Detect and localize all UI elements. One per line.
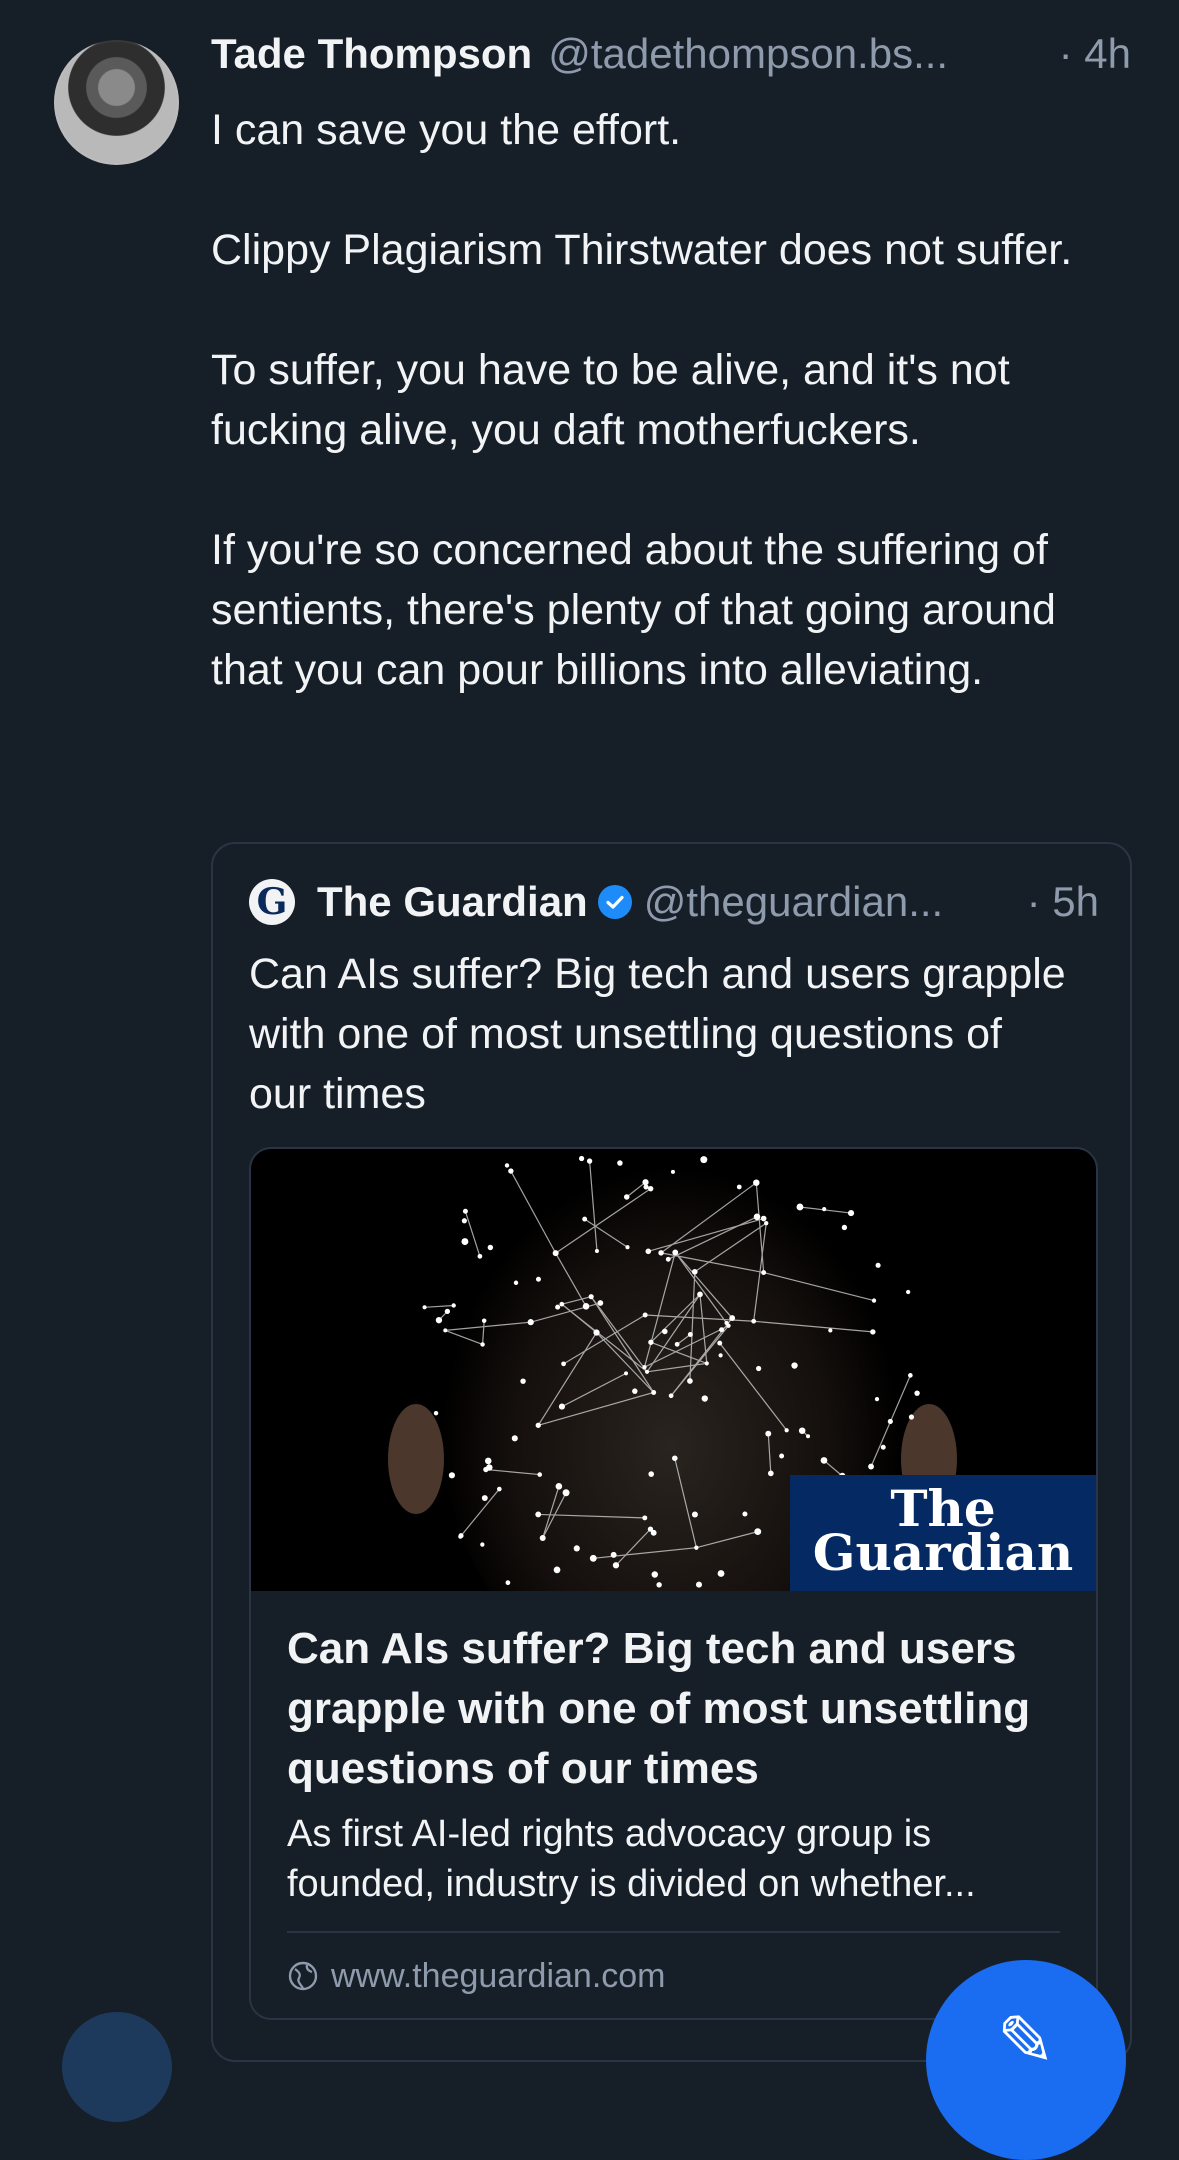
post-time[interactable]: · 4h: [1059, 30, 1131, 78]
link-card-title[interactable]: Can AIs suffer? Big tech and users grapp…: [287, 1619, 1067, 1799]
quoted-author-handle[interactable]: @theguardian...: [644, 878, 944, 926]
link-card-domain[interactable]: www.theguardian.com: [287, 1951, 666, 2001]
guardian-logo-icon[interactable]: G: [249, 879, 295, 925]
post-paragraph: To suffer, you have to be alive, and it'…: [211, 346, 1010, 454]
globe-icon: [288, 1961, 318, 1991]
link-preview-card[interactable]: The Guardian Can AIs suffer? Big tech an…: [249, 1147, 1098, 2020]
compose-button[interactable]: ✎: [926, 1960, 1126, 2160]
article-thumbnail: The Guardian: [251, 1149, 1096, 1591]
author-avatar[interactable]: [54, 40, 179, 165]
quoted-post-text: Can AIs suffer? Big tech and users grapp…: [249, 950, 1066, 1118]
post-paragraph: I can save you the effort.: [211, 106, 682, 154]
author-handle[interactable]: @tadethompson.bs...: [548, 30, 948, 78]
link-card-description: As first AI-led rights advocacy group is…: [287, 1813, 976, 1905]
author-name[interactable]: Tade Thompson: [211, 30, 532, 78]
link-domain-text: www.theguardian.com: [331, 1956, 666, 1995]
post-paragraph: Clippy Plagiarism Thirstwater does not s…: [211, 226, 1073, 274]
compose-icon: ✎: [996, 2002, 1056, 2080]
post-body: I can save you the effort. Clippy Plagia…: [211, 100, 1131, 700]
quoted-post-header: G The Guardian @theguardian... · 5h: [249, 872, 1099, 932]
guardian-wordmark: The Guardian: [790, 1475, 1096, 1591]
quoted-post[interactable]: G The Guardian @theguardian... · 5h Can …: [211, 842, 1132, 2062]
divider: [287, 1931, 1060, 1933]
post-header: Tade Thompson @tadethompson.bs... · 4h: [211, 30, 1131, 90]
quoted-author-name[interactable]: The Guardian: [317, 878, 588, 926]
quoted-post-time[interactable]: · 5h: [1027, 878, 1099, 926]
guardian-wordmark-line: Guardian: [812, 1523, 1074, 1582]
verified-badge-icon: [597, 885, 632, 919]
post-paragraph: If you're so concerned about the sufferi…: [211, 526, 1056, 694]
